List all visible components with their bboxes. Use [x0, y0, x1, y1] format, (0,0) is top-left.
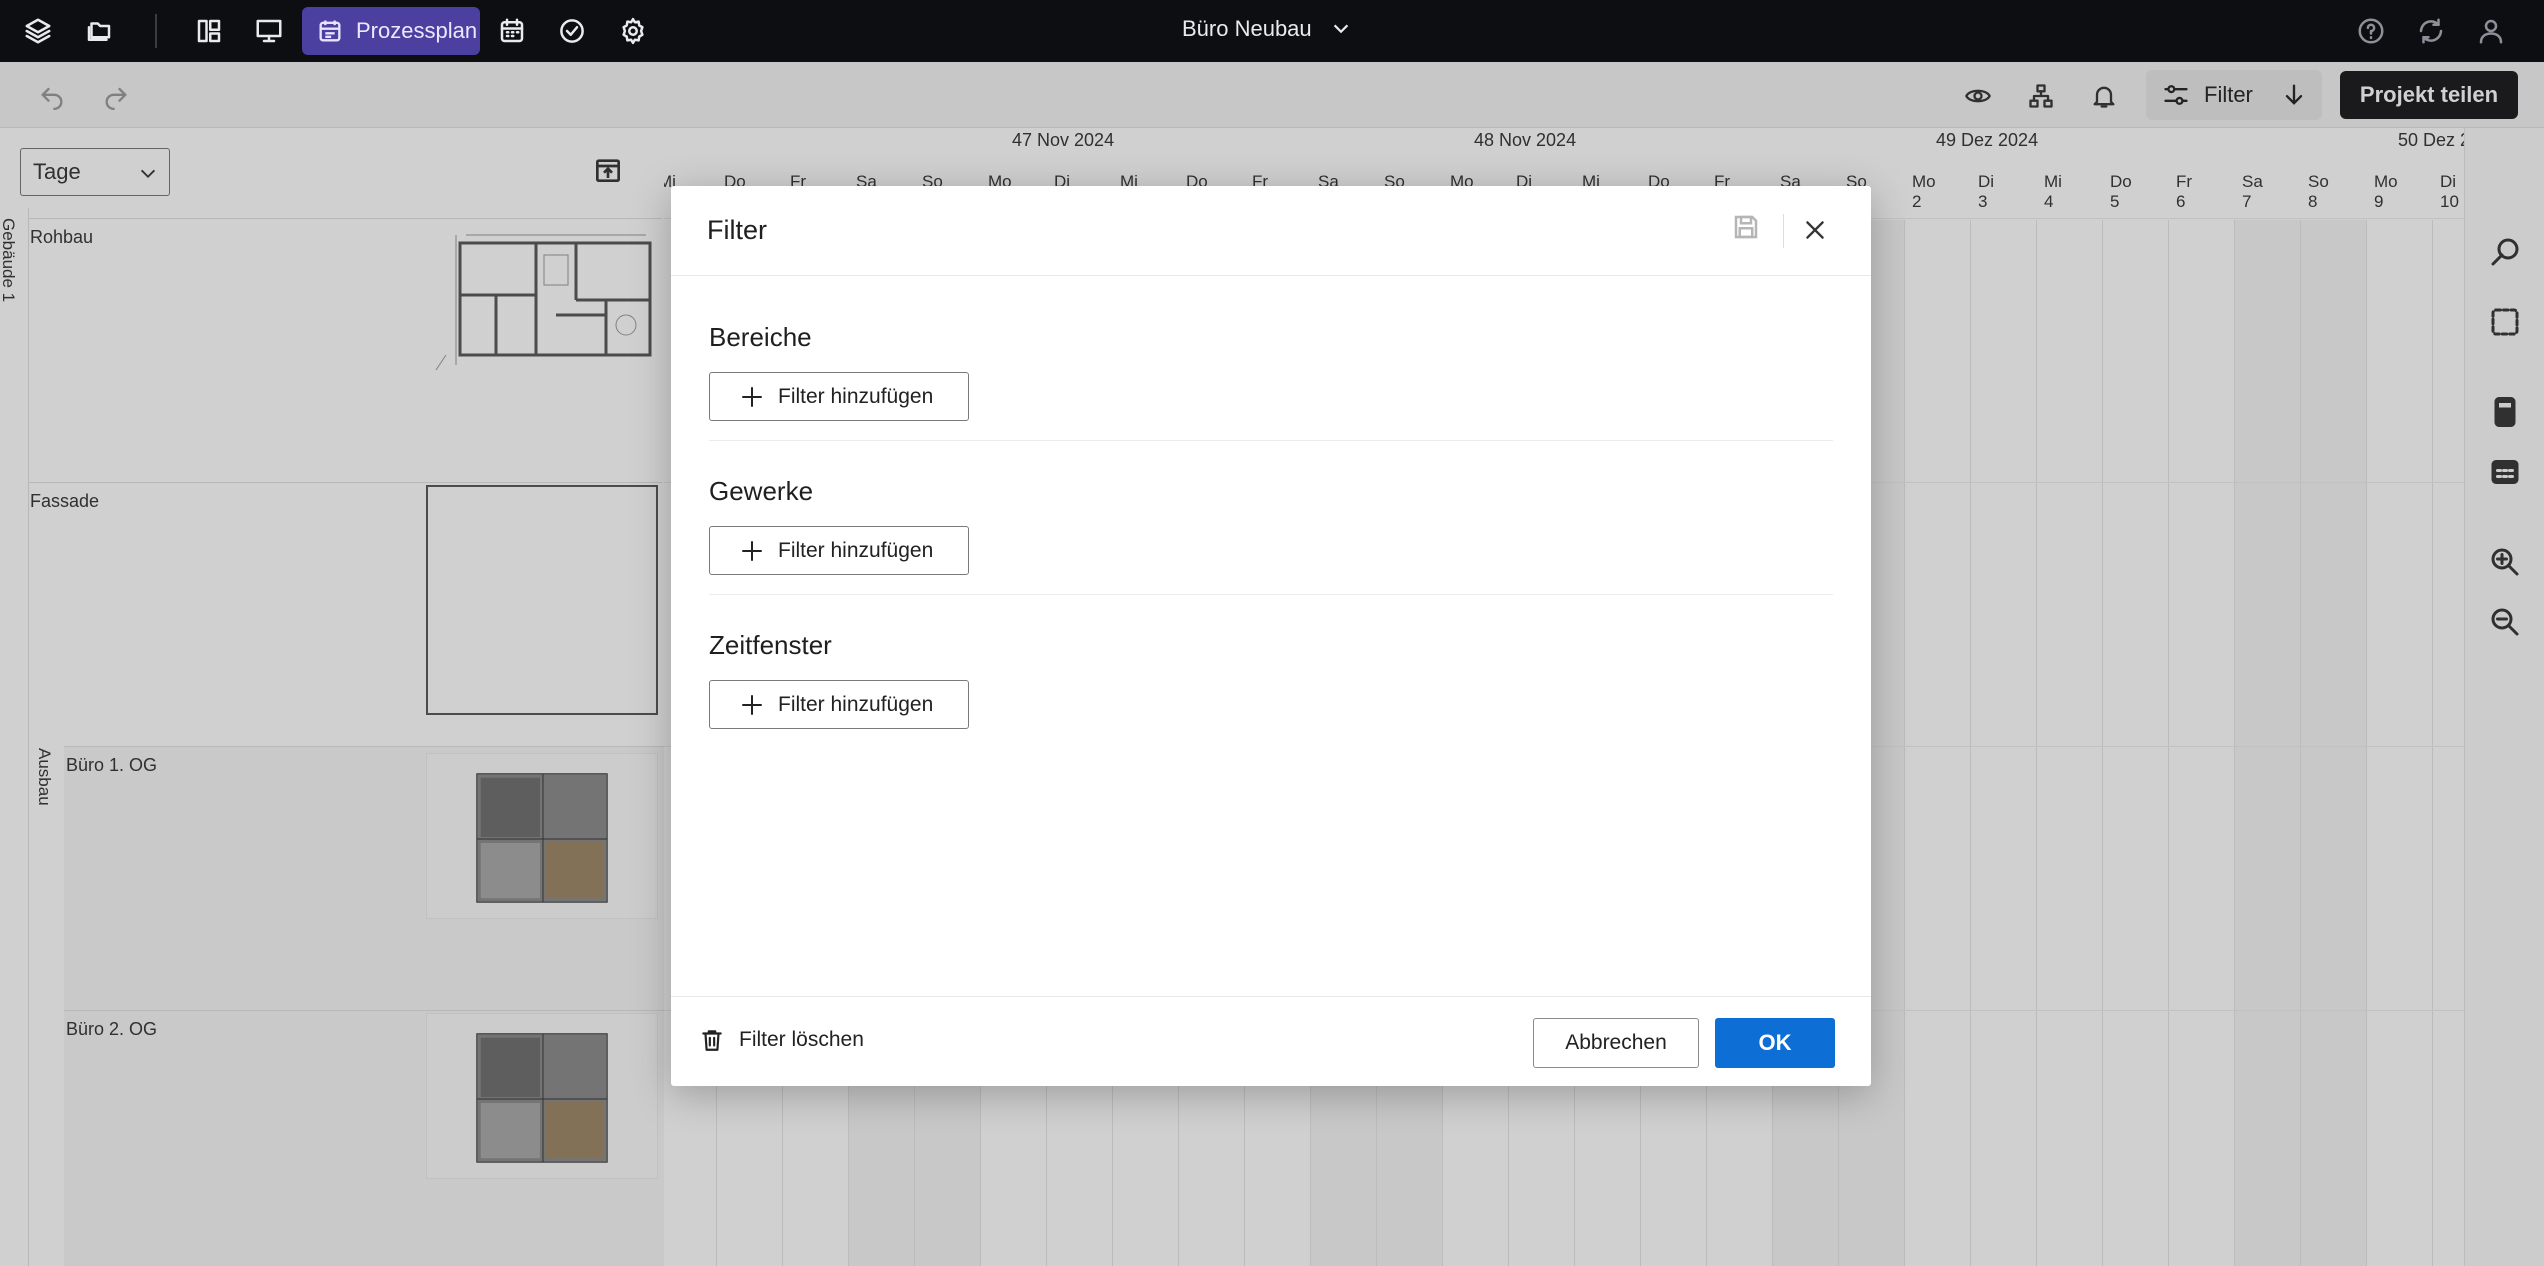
check-circle-icon[interactable]	[551, 10, 593, 52]
help-icon[interactable]	[2350, 10, 2392, 52]
folders-icon[interactable]	[78, 10, 120, 52]
section-title: Gewerke	[709, 476, 814, 506]
project-selector[interactable]: Büro Neubau	[1182, 16, 1352, 42]
toolbar-divider	[155, 14, 157, 48]
section-title: Zeitfenster	[709, 630, 832, 660]
dialog-footer: Filter löschen Abbrechen OK	[671, 996, 1871, 1086]
project-name: Büro Neubau	[1182, 16, 1312, 41]
tab-prozessplan-label: Prozessplan	[356, 18, 478, 43]
clear-filter-button[interactable]: Filter löschen	[699, 1027, 864, 1053]
sync-icon[interactable]	[2410, 10, 2452, 52]
cancel-button[interactable]: Abbrechen	[1533, 1018, 1699, 1068]
filter-section-bereiche: Bereiche Filter hinzufügen	[709, 322, 1833, 421]
add-filter-button[interactable]: Filter hinzufügen	[709, 526, 969, 575]
filter-section-gewerke: Gewerke Filter hinzufügen	[709, 476, 1833, 575]
chevron-down-icon	[1333, 24, 1348, 34]
tab-prozessplan[interactable]: Prozessplan	[302, 7, 480, 55]
add-filter-label: Filter hinzufügen	[778, 384, 934, 408]
section-divider	[709, 440, 1833, 441]
calendar-icon[interactable]	[491, 10, 533, 52]
clear-filter-label: Filter löschen	[739, 1028, 864, 1051]
plus-icon	[742, 386, 762, 407]
add-filter-label: Filter hinzufügen	[778, 538, 934, 562]
add-filter-label: Filter hinzufügen	[778, 692, 934, 716]
section-divider	[709, 594, 1833, 595]
ok-button[interactable]: OK	[1715, 1018, 1835, 1068]
section-title: Bereiche	[709, 322, 812, 352]
presentation-icon[interactable]	[248, 10, 290, 52]
add-filter-button[interactable]: Filter hinzufügen	[709, 680, 969, 729]
save-disk-icon[interactable]	[1731, 212, 1767, 248]
dialog-header: Filter	[671, 186, 1871, 276]
plus-icon	[742, 694, 762, 715]
settings-gear-icon[interactable]	[612, 10, 654, 52]
layers-logo-icon[interactable]	[17, 10, 59, 52]
close-icon[interactable]	[1795, 210, 1835, 250]
add-filter-button[interactable]: Filter hinzufügen	[709, 372, 969, 421]
filter-section-zeitfenster: Zeitfenster Filter hinzufügen	[709, 630, 1833, 729]
header-divider	[1783, 214, 1784, 248]
calendar-plan-icon	[319, 20, 341, 42]
trash-icon	[702, 1030, 722, 1051]
plus-icon	[742, 540, 762, 561]
dialog-title: Filter	[707, 215, 767, 245]
user-icon[interactable]	[2470, 10, 2512, 52]
dashboard-icon[interactable]	[188, 10, 230, 52]
filter-dialog: Filter Bereiche Filter hinzufügen Gewerk…	[671, 186, 1871, 1086]
top-bar: Prozessplan Büro Neubau	[0, 0, 2544, 62]
